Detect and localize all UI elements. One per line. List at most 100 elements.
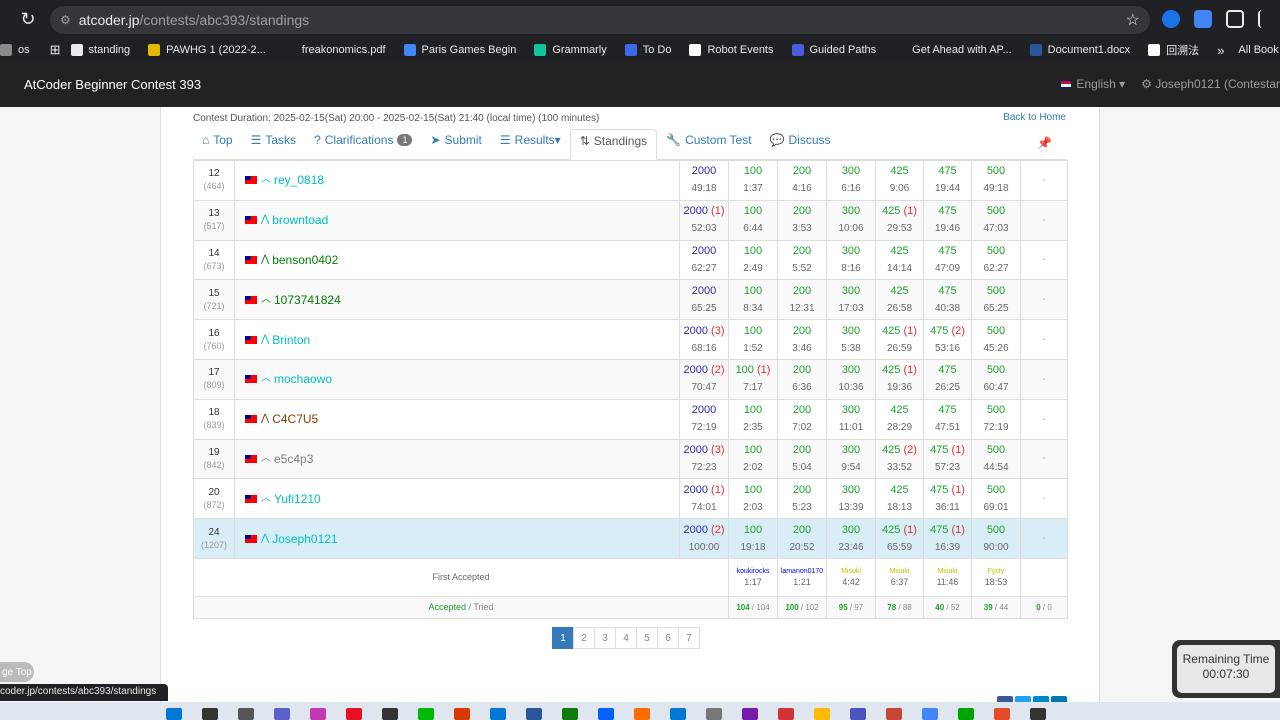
bookmark-item[interactable]: Grammarly xyxy=(534,44,607,56)
bookmark-item[interactable]: standing xyxy=(70,44,130,56)
page-3-button[interactable]: 3 xyxy=(594,627,616,649)
taskbar-app-icon[interactable] xyxy=(418,708,434,720)
problem-score-value: 300 xyxy=(841,284,861,297)
penalty-count: (1) xyxy=(903,324,917,337)
taskbar-app-icon[interactable] xyxy=(670,708,686,720)
taskbar-app-icon[interactable] xyxy=(778,708,794,720)
problem-time: 8:16 xyxy=(841,262,861,274)
taskbar-app-icon[interactable] xyxy=(454,708,470,720)
bookmark-item[interactable]: To Do xyxy=(624,44,671,56)
taskbar-app-icon[interactable] xyxy=(166,708,182,720)
tab-submit[interactable]: ➤ Submit xyxy=(421,128,490,159)
bookmark-item[interactable]: Document1.docx xyxy=(1029,44,1130,56)
back-to-home-link[interactable]: Back to Home xyxy=(1003,112,1066,123)
username-link[interactable]: C4C7U5 xyxy=(272,412,318,426)
bookmark-item[interactable]: PAWHG 1 (2022-2... xyxy=(148,44,266,56)
site-info-icon[interactable]: ⚙ xyxy=(60,13,71,27)
first-accepted-empty xyxy=(1020,557,1068,597)
bookmark-favicon-icon xyxy=(70,44,83,56)
page-6-button[interactable]: 6 xyxy=(657,627,679,649)
username-link[interactable]: benson0402 xyxy=(272,253,338,267)
taskbar-app-icon[interactable] xyxy=(1030,708,1046,720)
page-1-button[interactable]: 1 xyxy=(552,627,574,649)
taskbar-app-icon[interactable] xyxy=(238,708,254,720)
username-link[interactable]: 1073741824 xyxy=(274,293,341,307)
taskbar-app-icon[interactable] xyxy=(490,708,506,720)
tab-standings[interactable]: ⇅ Standings xyxy=(569,129,658,160)
accepted-tried-cell: 0 / 0 xyxy=(1020,595,1068,619)
address-bar[interactable]: ⚙ atcoder.jp/contests/abc393/standings ☆ xyxy=(50,6,1150,34)
tab-tasks[interactable]: ☰ Tasks xyxy=(242,128,305,159)
taskbar-app-icon[interactable] xyxy=(994,708,1010,720)
tab-top[interactable]: ⌂ Top xyxy=(193,128,242,159)
bookmark-star-icon[interactable]: ☆ xyxy=(1126,10,1140,30)
first-accepted-user[interactable]: Misuki xyxy=(924,567,971,576)
first-accepted-user[interactable]: lamanon0170 xyxy=(778,567,826,576)
bookmark-item[interactable]: Paris Games Begin xyxy=(403,44,516,56)
bookmark-item[interactable]: freakonomics.pdf xyxy=(283,44,386,56)
rank-chevron-icon: ⋀ xyxy=(261,413,270,425)
tab-results[interactable]: ☰ Results ▾ xyxy=(491,128,570,159)
first-accepted-user[interactable]: Fysty xyxy=(972,567,1020,576)
all-bookmarks[interactable]: All Book xyxy=(1238,44,1278,56)
extension-b-icon[interactable] xyxy=(1194,10,1212,28)
pin-icon[interactable]: 📌 xyxy=(1037,136,1052,150)
taskbar-app-icon[interactable] xyxy=(346,708,362,720)
total-score: 2000 (2) xyxy=(680,523,728,537)
taskbar-app-icon[interactable] xyxy=(562,708,578,720)
taskbar-app-icon[interactable] xyxy=(742,708,758,720)
taskbar-app-icon[interactable] xyxy=(526,708,542,720)
first-accepted-user[interactable]: Misuki xyxy=(827,567,875,576)
username-link[interactable]: e5c4p3 xyxy=(274,452,313,466)
taskbar-app-icon[interactable] xyxy=(958,708,974,720)
username-link[interactable]: mochaowo xyxy=(274,372,332,386)
first-accepted-user[interactable]: koukirocks xyxy=(729,567,777,576)
bookmark-item[interactable]: Get Ahead with AP... xyxy=(894,44,1012,56)
taskbar-app-icon[interactable] xyxy=(598,708,614,720)
problem-score: 300 xyxy=(827,324,875,338)
edge-icon[interactable] xyxy=(1162,10,1180,28)
taskbar-app-icon[interactable] xyxy=(202,708,218,720)
problem-score: 200 xyxy=(778,483,826,497)
problem-score-value: 200 xyxy=(792,443,812,456)
tab-custom-test[interactable]: 🔧 Custom Test xyxy=(657,128,760,159)
page-5-button[interactable]: 5 xyxy=(636,627,658,649)
reload-icon[interactable]: ↻ xyxy=(14,9,42,30)
user-menu[interactable]: ⚙ Joseph0121 (Contestar xyxy=(1141,77,1280,91)
username-link[interactable]: browntoad xyxy=(272,213,328,227)
problem-score: 500 xyxy=(972,204,1020,218)
puzzle-icon[interactable] xyxy=(1226,10,1244,28)
username-link[interactable]: Yufi1210 xyxy=(274,492,321,506)
taskbar-app-icon[interactable] xyxy=(274,708,290,720)
taskbar-app-icon[interactable] xyxy=(886,708,902,720)
bookmark-item[interactable]: Guided Paths xyxy=(791,44,876,56)
more-bookmarks-icon[interactable]: » xyxy=(1217,43,1224,58)
page-2-button[interactable]: 2 xyxy=(573,627,595,649)
username-link[interactable]: Brinton xyxy=(272,333,310,347)
username-link[interactable]: rey_0818 xyxy=(274,173,324,187)
taskbar-app-icon[interactable] xyxy=(814,708,830,720)
bookmark-item[interactable]: os xyxy=(0,44,30,56)
bookmark-item[interactable]: Robot Events xyxy=(689,44,774,56)
tab-discuss[interactable]: 💬 Discuss xyxy=(761,128,840,159)
first-accepted-user[interactable]: Misuki xyxy=(876,567,923,576)
problem-cell: 100 (1) 7:17 xyxy=(728,358,778,400)
username-link[interactable]: Joseph0121 xyxy=(272,532,337,546)
problem-score-value: 425 xyxy=(890,244,909,257)
page-4-button[interactable]: 4 xyxy=(615,627,637,649)
bookmark-item[interactable]: 回溯法 xyxy=(1148,42,1199,58)
page-7-button[interactable]: 7 xyxy=(678,627,700,649)
split-view-icon[interactable] xyxy=(1258,10,1268,28)
taskbar-app-icon[interactable] xyxy=(850,708,866,720)
taskbar-app-icon[interactable] xyxy=(634,708,650,720)
taskbar-app-icon[interactable] xyxy=(310,708,326,720)
problem-score-value: 100 xyxy=(743,205,763,218)
taskbar-app-icon[interactable] xyxy=(382,708,398,720)
taskbar-app-icon[interactable] xyxy=(922,708,938,720)
language-dropdown[interactable]: English ▾ xyxy=(1060,77,1125,91)
contest-title[interactable]: AtCoder Beginner Contest 393 xyxy=(24,77,201,92)
page-top-button[interactable]: ge Top xyxy=(0,662,34,682)
apps-grid-icon[interactable]: ⊞ xyxy=(50,42,61,58)
tab-clarifications[interactable]: ? Clarifications 1 xyxy=(305,128,421,159)
taskbar-app-icon[interactable] xyxy=(706,708,722,720)
